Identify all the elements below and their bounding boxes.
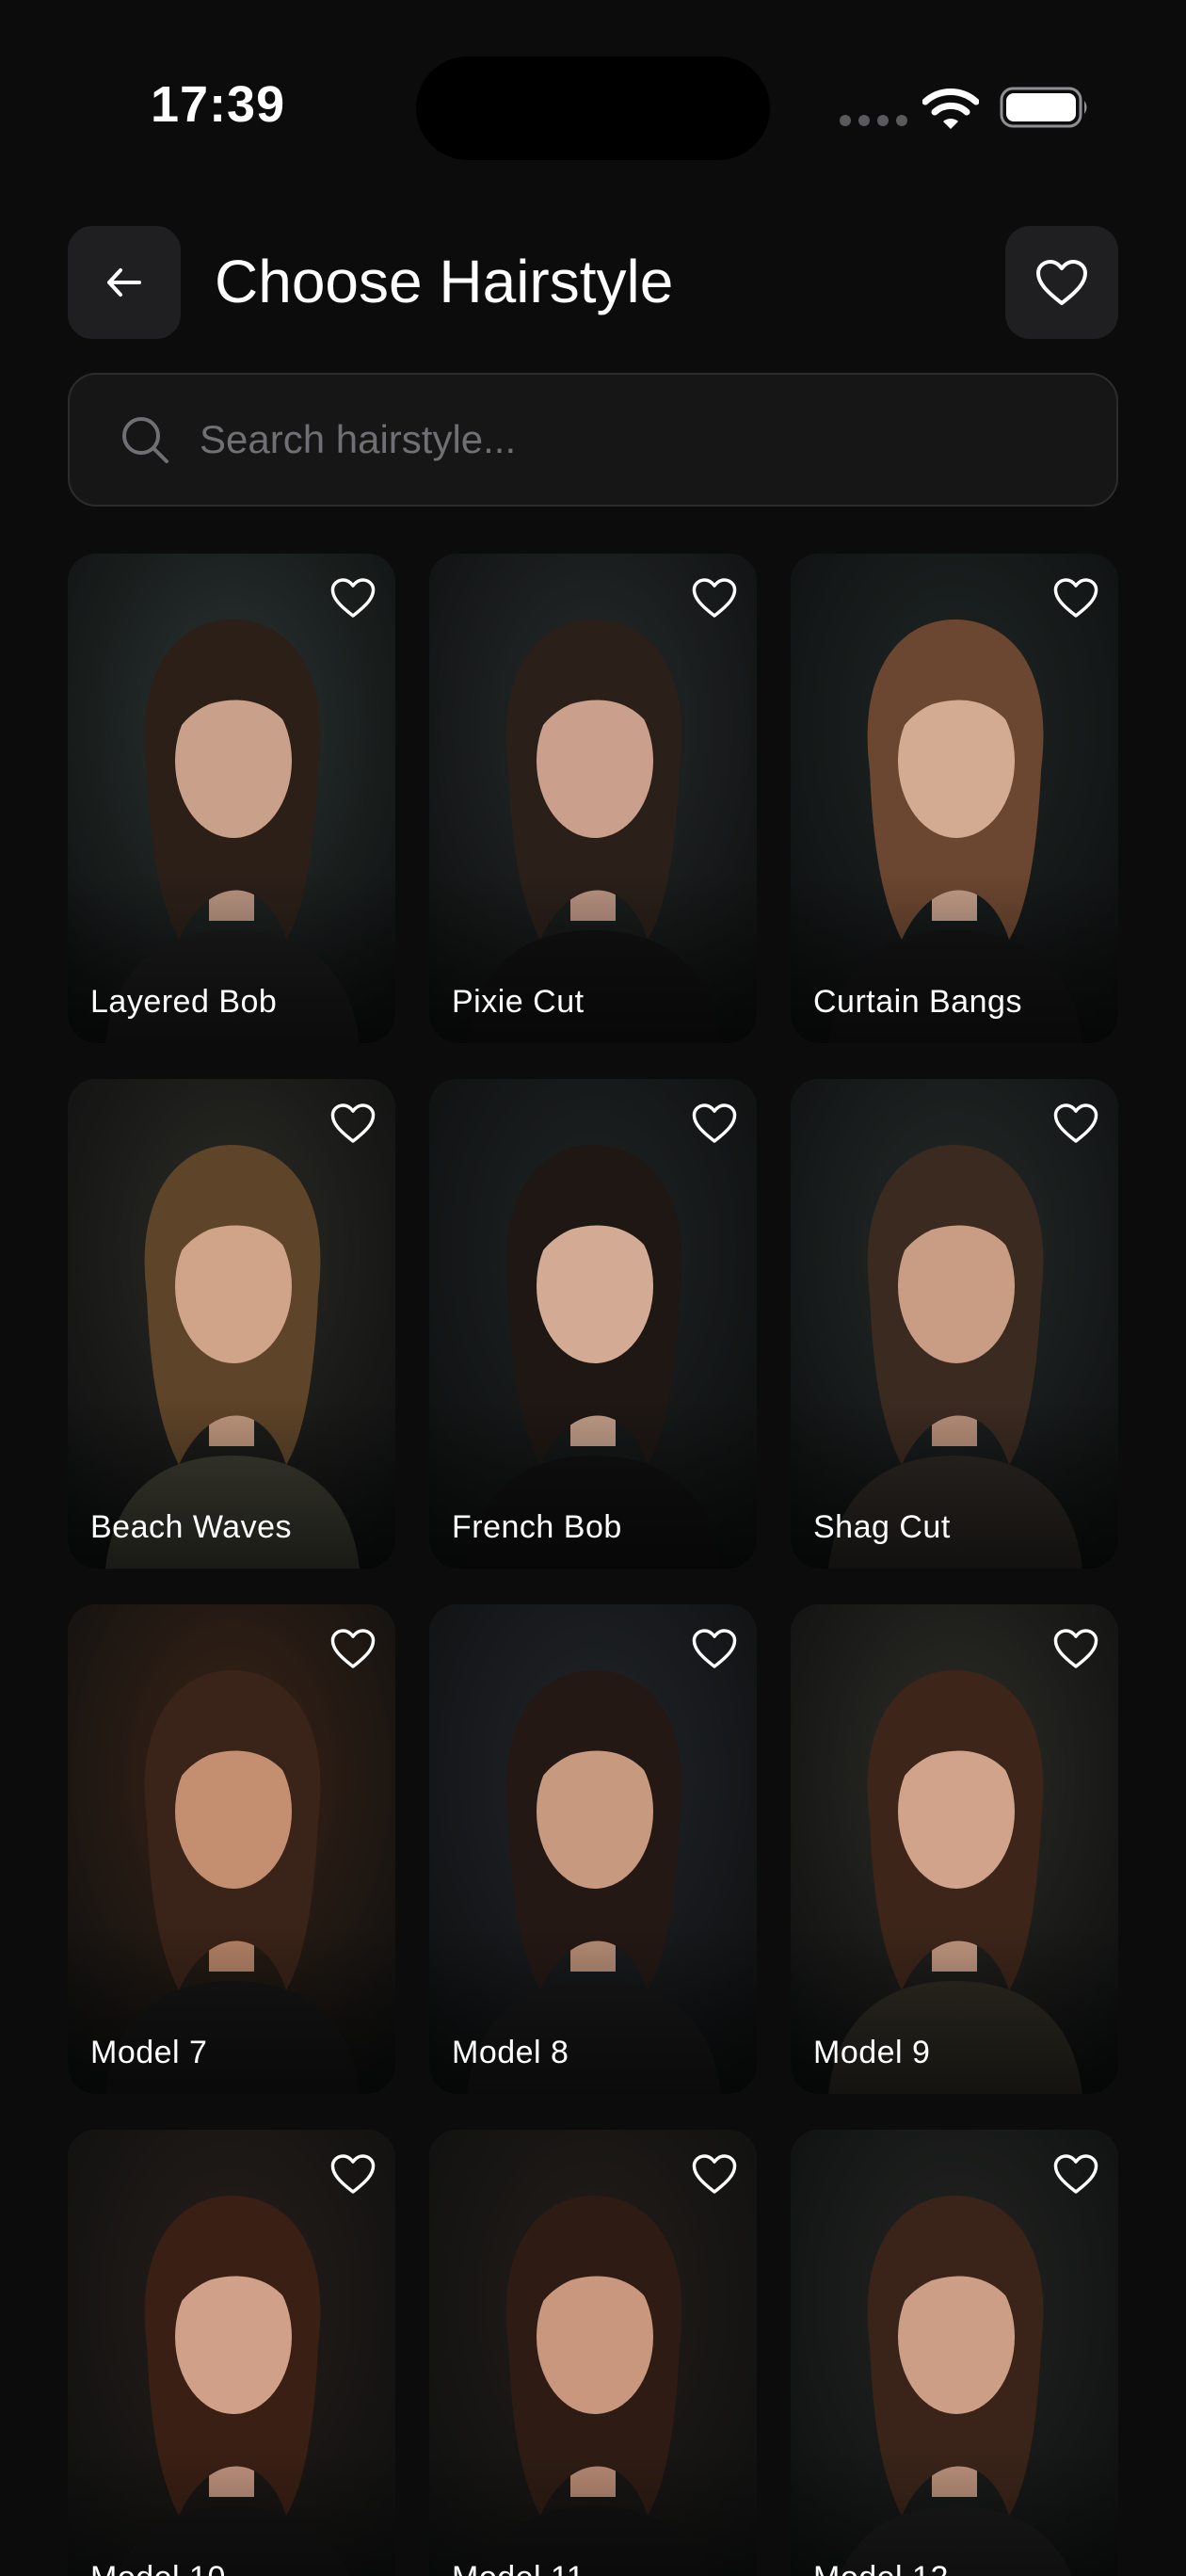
hairstyle-card[interactable]: Curtain Bangs xyxy=(791,554,1118,1043)
search-bar[interactable] xyxy=(68,373,1118,507)
favorite-heart-icon[interactable] xyxy=(1052,576,1099,620)
cellular-signal-icon xyxy=(840,115,907,126)
hairstyle-card[interactable]: Model 11 xyxy=(429,2130,757,2576)
hairstyle-label: Beach Waves xyxy=(90,1509,292,1545)
favorite-heart-icon[interactable] xyxy=(1052,2152,1099,2196)
favorite-heart-icon[interactable] xyxy=(691,576,738,620)
dynamic-island xyxy=(416,56,770,160)
favorite-heart-icon[interactable] xyxy=(329,1102,377,1145)
hairstyle-label: Model 7 xyxy=(90,2035,208,2070)
card-gradient-overlay xyxy=(791,2450,1118,2576)
favorite-heart-icon[interactable] xyxy=(329,2152,377,2196)
hairstyle-card[interactable]: Pixie Cut xyxy=(429,554,757,1043)
hairstyle-label: Pixie Cut xyxy=(452,984,585,1020)
card-gradient-overlay xyxy=(429,2450,757,2576)
favorite-heart-icon[interactable] xyxy=(691,1102,738,1145)
hairstyle-card[interactable]: Model 9 xyxy=(791,1604,1118,2094)
hairstyle-label: Layered Bob xyxy=(90,984,278,1020)
search-input[interactable] xyxy=(198,401,1116,478)
hairstyle-card[interactable]: Model 12 xyxy=(791,2130,1118,2576)
hairstyle-label: Model 11 xyxy=(452,2560,585,2576)
favorites-button[interactable] xyxy=(1005,226,1118,339)
hairstyle-label: French Bob xyxy=(452,1509,622,1545)
hairstyle-screen: 17:39 Choose Hairstyle Search hairstyle.… xyxy=(0,0,1186,2576)
status-time: 17:39 xyxy=(151,76,286,133)
hairstyle-grid: Layered Bob Pixie Cut Curtain Bangs Beac… xyxy=(68,554,1118,2576)
hairstyle-label: Model 8 xyxy=(452,2035,569,2070)
hairstyle-card[interactable]: French Bob xyxy=(429,1079,757,1569)
hairstyle-label: Model 12 xyxy=(813,2560,949,2576)
hairstyle-label: Curtain Bangs xyxy=(813,984,1022,1020)
hairstyle-card[interactable]: Model 8 xyxy=(429,1604,757,2094)
arrow-left-icon xyxy=(107,268,141,297)
hairstyle-card[interactable]: Shag Cut xyxy=(791,1079,1118,1569)
favorite-heart-icon[interactable] xyxy=(691,2152,738,2196)
back-button[interactable] xyxy=(68,226,181,339)
search-icon xyxy=(119,413,171,466)
heart-icon xyxy=(1036,260,1087,305)
favorite-heart-icon[interactable] xyxy=(329,576,377,620)
hairstyle-label: Model 9 xyxy=(813,2035,931,2070)
wifi-icon xyxy=(922,87,980,135)
hairstyle-card[interactable]: Model 10 xyxy=(68,2130,395,2576)
hairstyle-card[interactable]: Layered Bob xyxy=(68,554,395,1043)
card-gradient-overlay xyxy=(68,2450,395,2576)
favorite-heart-icon[interactable] xyxy=(329,1627,377,1670)
page-title: Choose Hairstyle xyxy=(215,248,674,315)
favorite-heart-icon[interactable] xyxy=(691,1627,738,1670)
favorite-heart-icon[interactable] xyxy=(1052,1627,1099,1670)
battery-icon xyxy=(1000,87,1090,133)
favorite-heart-icon[interactable] xyxy=(1052,1102,1099,1145)
hairstyle-label: Shag Cut xyxy=(813,1509,951,1545)
hairstyle-card[interactable]: Model 7 xyxy=(68,1604,395,2094)
hairstyle-label: Model 10 xyxy=(90,2560,226,2576)
hairstyle-card[interactable]: Beach Waves xyxy=(68,1079,395,1569)
